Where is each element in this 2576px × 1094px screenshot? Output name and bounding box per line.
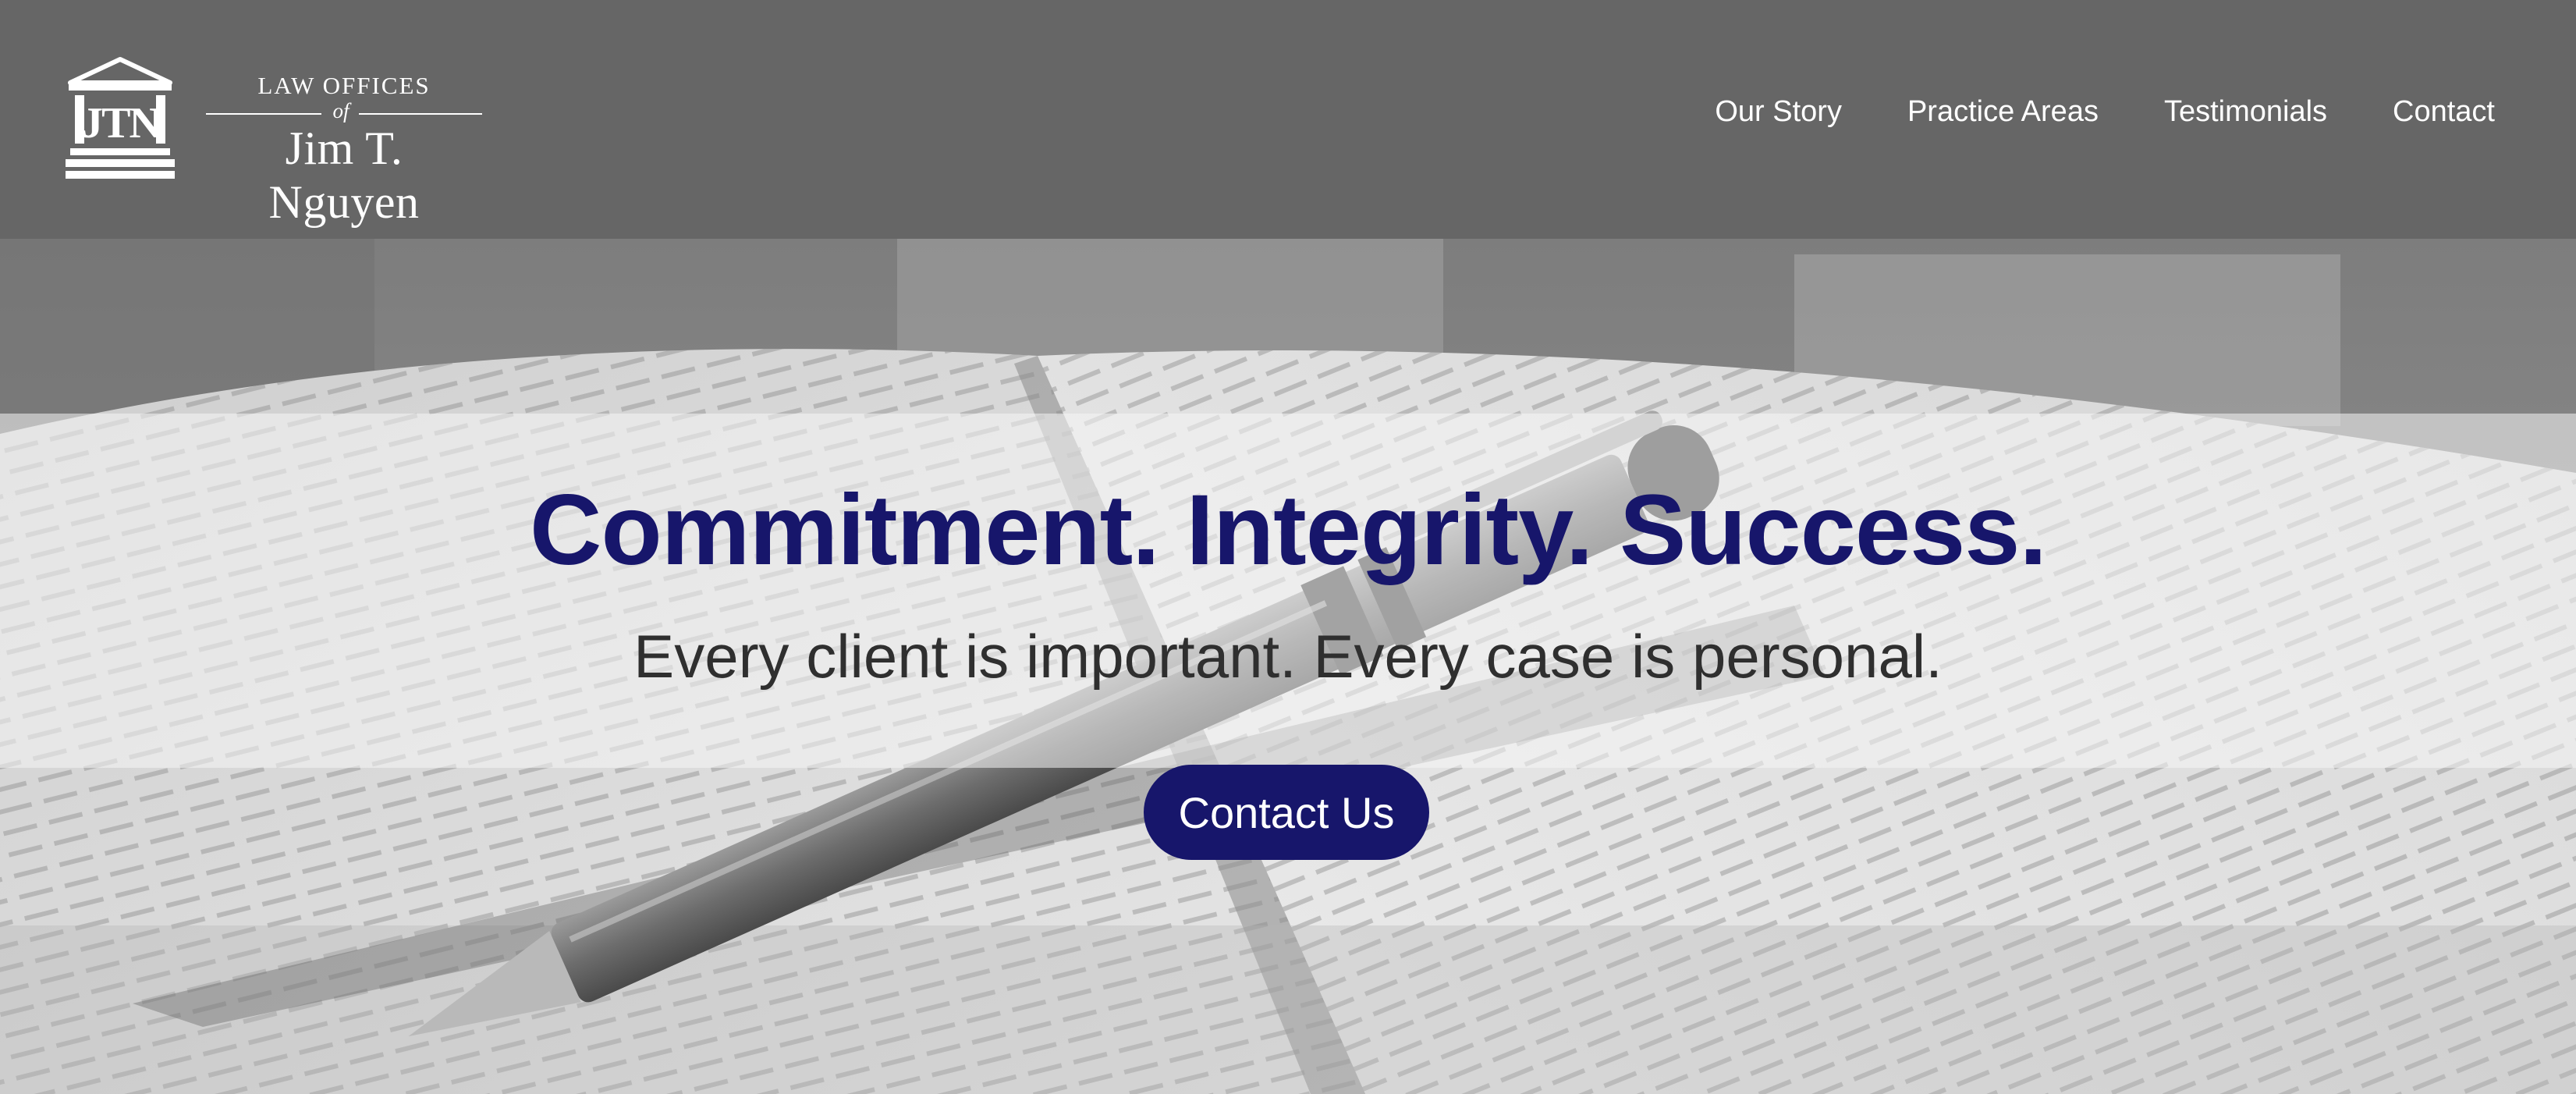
contact-us-button[interactable]: Contact Us xyxy=(1144,765,1429,860)
logo-line-law-offices: LAW OFFICES xyxy=(257,72,431,99)
hero-section: Commitment. Integrity. Success. Every cl… xyxy=(0,239,2576,1094)
logo-wordmark: LAW OFFICES of Jim T. Nguyen xyxy=(206,56,487,228)
nav-link-testimonials[interactable]: Testimonials xyxy=(2164,95,2327,129)
logo-line-name: Jim T. Nguyen xyxy=(268,123,420,228)
courthouse-logo-icon: JTN xyxy=(66,57,175,179)
hero-headline: Commitment. Integrity. Success. xyxy=(530,474,2047,586)
site-header: JTN LAW OFFICES of Jim T. Nguyen Our Sto… xyxy=(0,0,2576,239)
logo-divider-right xyxy=(359,113,482,115)
svg-text:JTN: JTN xyxy=(81,99,160,147)
site-logo[interactable]: JTN LAW OFFICES of Jim T. Nguyen xyxy=(66,56,487,228)
nav-item-testimonials: Testimonials xyxy=(2164,95,2327,129)
hero-subheadline: Every client is important. Every case is… xyxy=(633,622,1943,691)
nav-item-contact: Contact xyxy=(2393,95,2495,129)
logo-line-of: of xyxy=(332,99,349,123)
hero-text-band xyxy=(0,414,2576,768)
nav-link-contact[interactable]: Contact xyxy=(2393,95,2495,129)
logo-divider-left xyxy=(206,113,321,115)
main-nav: Our Story Practice Areas Testimonials Co… xyxy=(1715,95,2495,129)
nav-link-practice-areas[interactable]: Practice Areas xyxy=(1907,95,2099,129)
nav-item-our-story: Our Story xyxy=(1715,95,1842,129)
nav-link-our-story[interactable]: Our Story xyxy=(1715,95,1842,129)
nav-item-practice-areas: Practice Areas xyxy=(1907,95,2099,129)
